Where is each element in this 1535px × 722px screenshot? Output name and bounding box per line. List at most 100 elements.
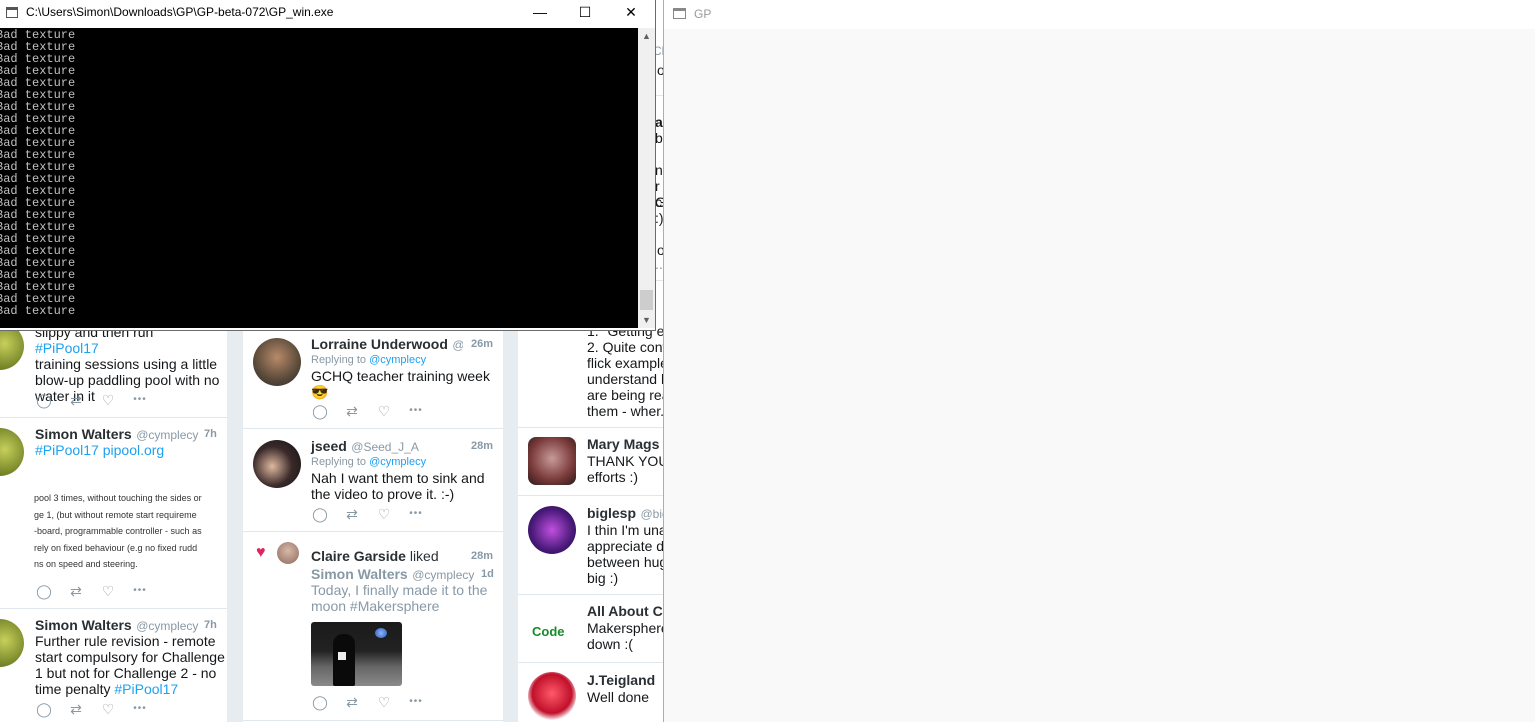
maximize-button[interactable]: ☐ xyxy=(562,0,608,26)
reply-handle-link[interactable]: @cymplecy xyxy=(369,354,426,366)
earth-icon xyxy=(375,628,387,638)
author-name[interactable]: biglesp xyxy=(587,505,636,521)
avatar[interactable]: Code xyxy=(528,604,576,652)
reply-icon[interactable]: ◯ xyxy=(35,701,53,717)
author-handle[interactable]: @... xyxy=(452,338,463,352)
column-fragment: G xyxy=(655,194,663,210)
divider xyxy=(518,662,663,663)
author-name[interactable]: Mary Mags F xyxy=(587,436,663,452)
avatar[interactable] xyxy=(253,440,301,488)
author-name[interactable]: All About Co xyxy=(587,603,663,619)
gp-window[interactable]: GP xyxy=(663,0,1535,722)
quoted-author-name[interactable]: Simon Walters xyxy=(311,566,408,582)
tweet-time[interactable]: 7h xyxy=(204,428,217,440)
console-app-icon xyxy=(6,7,18,18)
tweet-actions: ◯ ⇄ ♡ ••• xyxy=(311,506,425,522)
notification-time[interactable]: 28m xyxy=(471,550,493,562)
url-link[interactable]: pipool.org xyxy=(103,442,165,458)
avatar[interactable] xyxy=(528,672,576,720)
reply-icon[interactable]: ◯ xyxy=(311,403,329,419)
gp-titlebar[interactable]: GP xyxy=(664,0,1535,29)
minimize-button[interactable]: — xyxy=(517,0,563,26)
like-icon[interactable]: ♡ xyxy=(99,583,117,599)
badge-shape xyxy=(338,652,346,660)
column-fragment: ng xyxy=(655,162,663,178)
hashtag-link[interactable]: #PiPool17 xyxy=(35,442,99,458)
tweet-actions: ◯ ⇄ ♡ ••• xyxy=(311,694,425,710)
author-name[interactable]: Simon Walters xyxy=(35,426,132,442)
heart-icon: ♥ xyxy=(256,544,266,561)
console-titlebar[interactable]: C:\Users\Simon\Downloads\GP\GP-beta-072\… xyxy=(0,0,655,26)
reply-icon[interactable]: ◯ xyxy=(35,392,53,408)
column-fragment: :) xyxy=(655,210,663,226)
console-output[interactable]: Bad texture Bad texture Bad texture Bad tex… xyxy=(0,28,638,328)
tweet-item[interactable]: Simon Walters @cymplecy 7h #PiPool17 pip… xyxy=(0,418,227,609)
reply-handle-link[interactable]: @cymplecy xyxy=(369,456,426,468)
hashtag-link[interactable]: #PiPool17 xyxy=(114,681,178,697)
console-window[interactable]: C:\Users\Simon\Downloads\GP\GP-beta-072\… xyxy=(0,0,655,330)
author-handle[interactable]: @cymplecy xyxy=(136,428,198,442)
moon-photo-thumbnail[interactable] xyxy=(311,622,402,686)
like-icon[interactable]: ♡ xyxy=(99,701,117,717)
author-name[interactable]: Simon Walters xyxy=(35,617,132,633)
tweet-time[interactable]: 7h xyxy=(204,619,217,631)
retweet-icon[interactable]: ⇄ xyxy=(343,506,361,522)
gp-canvas[interactable] xyxy=(664,29,1535,722)
more-icon[interactable]: ••• xyxy=(131,392,149,408)
quoted-text: Today, I finally made it to the moon #Ma… xyxy=(311,582,488,614)
reply-icon[interactable]: ◯ xyxy=(311,506,329,522)
liker-avatar[interactable] xyxy=(277,542,299,564)
like-icon[interactable]: ♡ xyxy=(375,506,393,522)
more-icon[interactable]: ••• xyxy=(131,701,149,717)
like-icon[interactable]: ♡ xyxy=(99,392,117,408)
more-icon[interactable]: ••• xyxy=(407,506,425,522)
more-icon[interactable]: ••• xyxy=(407,403,425,419)
quoted-time[interactable]: 1d xyxy=(481,568,494,580)
reply-icon[interactable]: ◯ xyxy=(311,694,329,710)
author-name[interactable]: jseed xyxy=(311,438,347,454)
console-scrollbar[interactable]: ▲ ▼ xyxy=(638,28,655,328)
scroll-up-arrow-icon[interactable]: ▲ xyxy=(638,28,655,44)
tweet-actions: ◯ ⇄ ♡ ••• xyxy=(311,403,425,419)
tweet-item[interactable]: Lorraine Underwood @... 26m Replying to … xyxy=(243,328,503,429)
link-card-image[interactable]: pool 3 times, without touching the sides… xyxy=(34,490,224,573)
avatar[interactable] xyxy=(253,338,301,386)
retweet-icon[interactable]: ⇄ xyxy=(343,694,361,710)
person-figure xyxy=(333,634,355,686)
like-notification[interactable]: ♥ Claire Garside liked 28m Simon Walters… xyxy=(243,532,503,721)
like-icon[interactable]: ♡ xyxy=(375,403,393,419)
author-name[interactable]: Lorraine Underwood xyxy=(311,336,448,352)
tweet-actions: ◯ ⇄ ♡ ••• xyxy=(35,392,149,408)
tweet-time[interactable]: 26m xyxy=(471,338,493,350)
tweet-item[interactable]: jseed @Seed_J_A 28m Replying to @cymplec… xyxy=(243,430,503,532)
like-header: Claire Garside liked xyxy=(311,548,439,564)
avatar[interactable] xyxy=(0,428,24,476)
retweet-icon[interactable]: ⇄ xyxy=(67,701,85,717)
scroll-thumb[interactable] xyxy=(640,290,653,310)
avatar[interactable] xyxy=(528,506,576,554)
tweet-text: Further rule revision - remote start com… xyxy=(35,633,225,697)
retweet-icon[interactable]: ⇄ xyxy=(67,583,85,599)
more-icon[interactable]: ••• xyxy=(407,694,425,710)
tweet-item[interactable]: Simon Walters @cymplecy 7h Further rule … xyxy=(0,609,227,722)
close-button[interactable]: ✕ xyxy=(608,0,654,26)
author-handle[interactable]: @cymplecy xyxy=(136,619,198,633)
tweet-actions: ◯ ⇄ ♡ ••• xyxy=(35,701,149,717)
divider xyxy=(518,594,663,595)
liker-name[interactable]: Claire Garside xyxy=(311,548,406,564)
hashtag-link[interactable]: #PiPool17 xyxy=(35,340,99,356)
more-icon[interactable]: ••• xyxy=(131,583,149,599)
tweet-text: Makersphere down :( xyxy=(587,620,663,652)
author-handle[interactable]: @Seed_J_A xyxy=(351,440,419,454)
scroll-down-arrow-icon[interactable]: ▼ xyxy=(638,312,655,328)
quoted-author-handle[interactable]: @cymplecy xyxy=(412,568,474,582)
retweet-icon[interactable]: ⇄ xyxy=(67,392,85,408)
avatar[interactable] xyxy=(528,437,576,485)
retweet-icon[interactable]: ⇄ xyxy=(343,403,361,419)
author-handle[interactable]: @bigl xyxy=(640,507,663,521)
like-icon[interactable]: ♡ xyxy=(375,694,393,710)
author-name[interactable]: J.Teigland xyxy=(587,672,655,688)
tweet-time[interactable]: 28m xyxy=(471,440,493,452)
reply-icon[interactable]: ◯ xyxy=(35,583,53,599)
avatar[interactable] xyxy=(0,619,24,667)
